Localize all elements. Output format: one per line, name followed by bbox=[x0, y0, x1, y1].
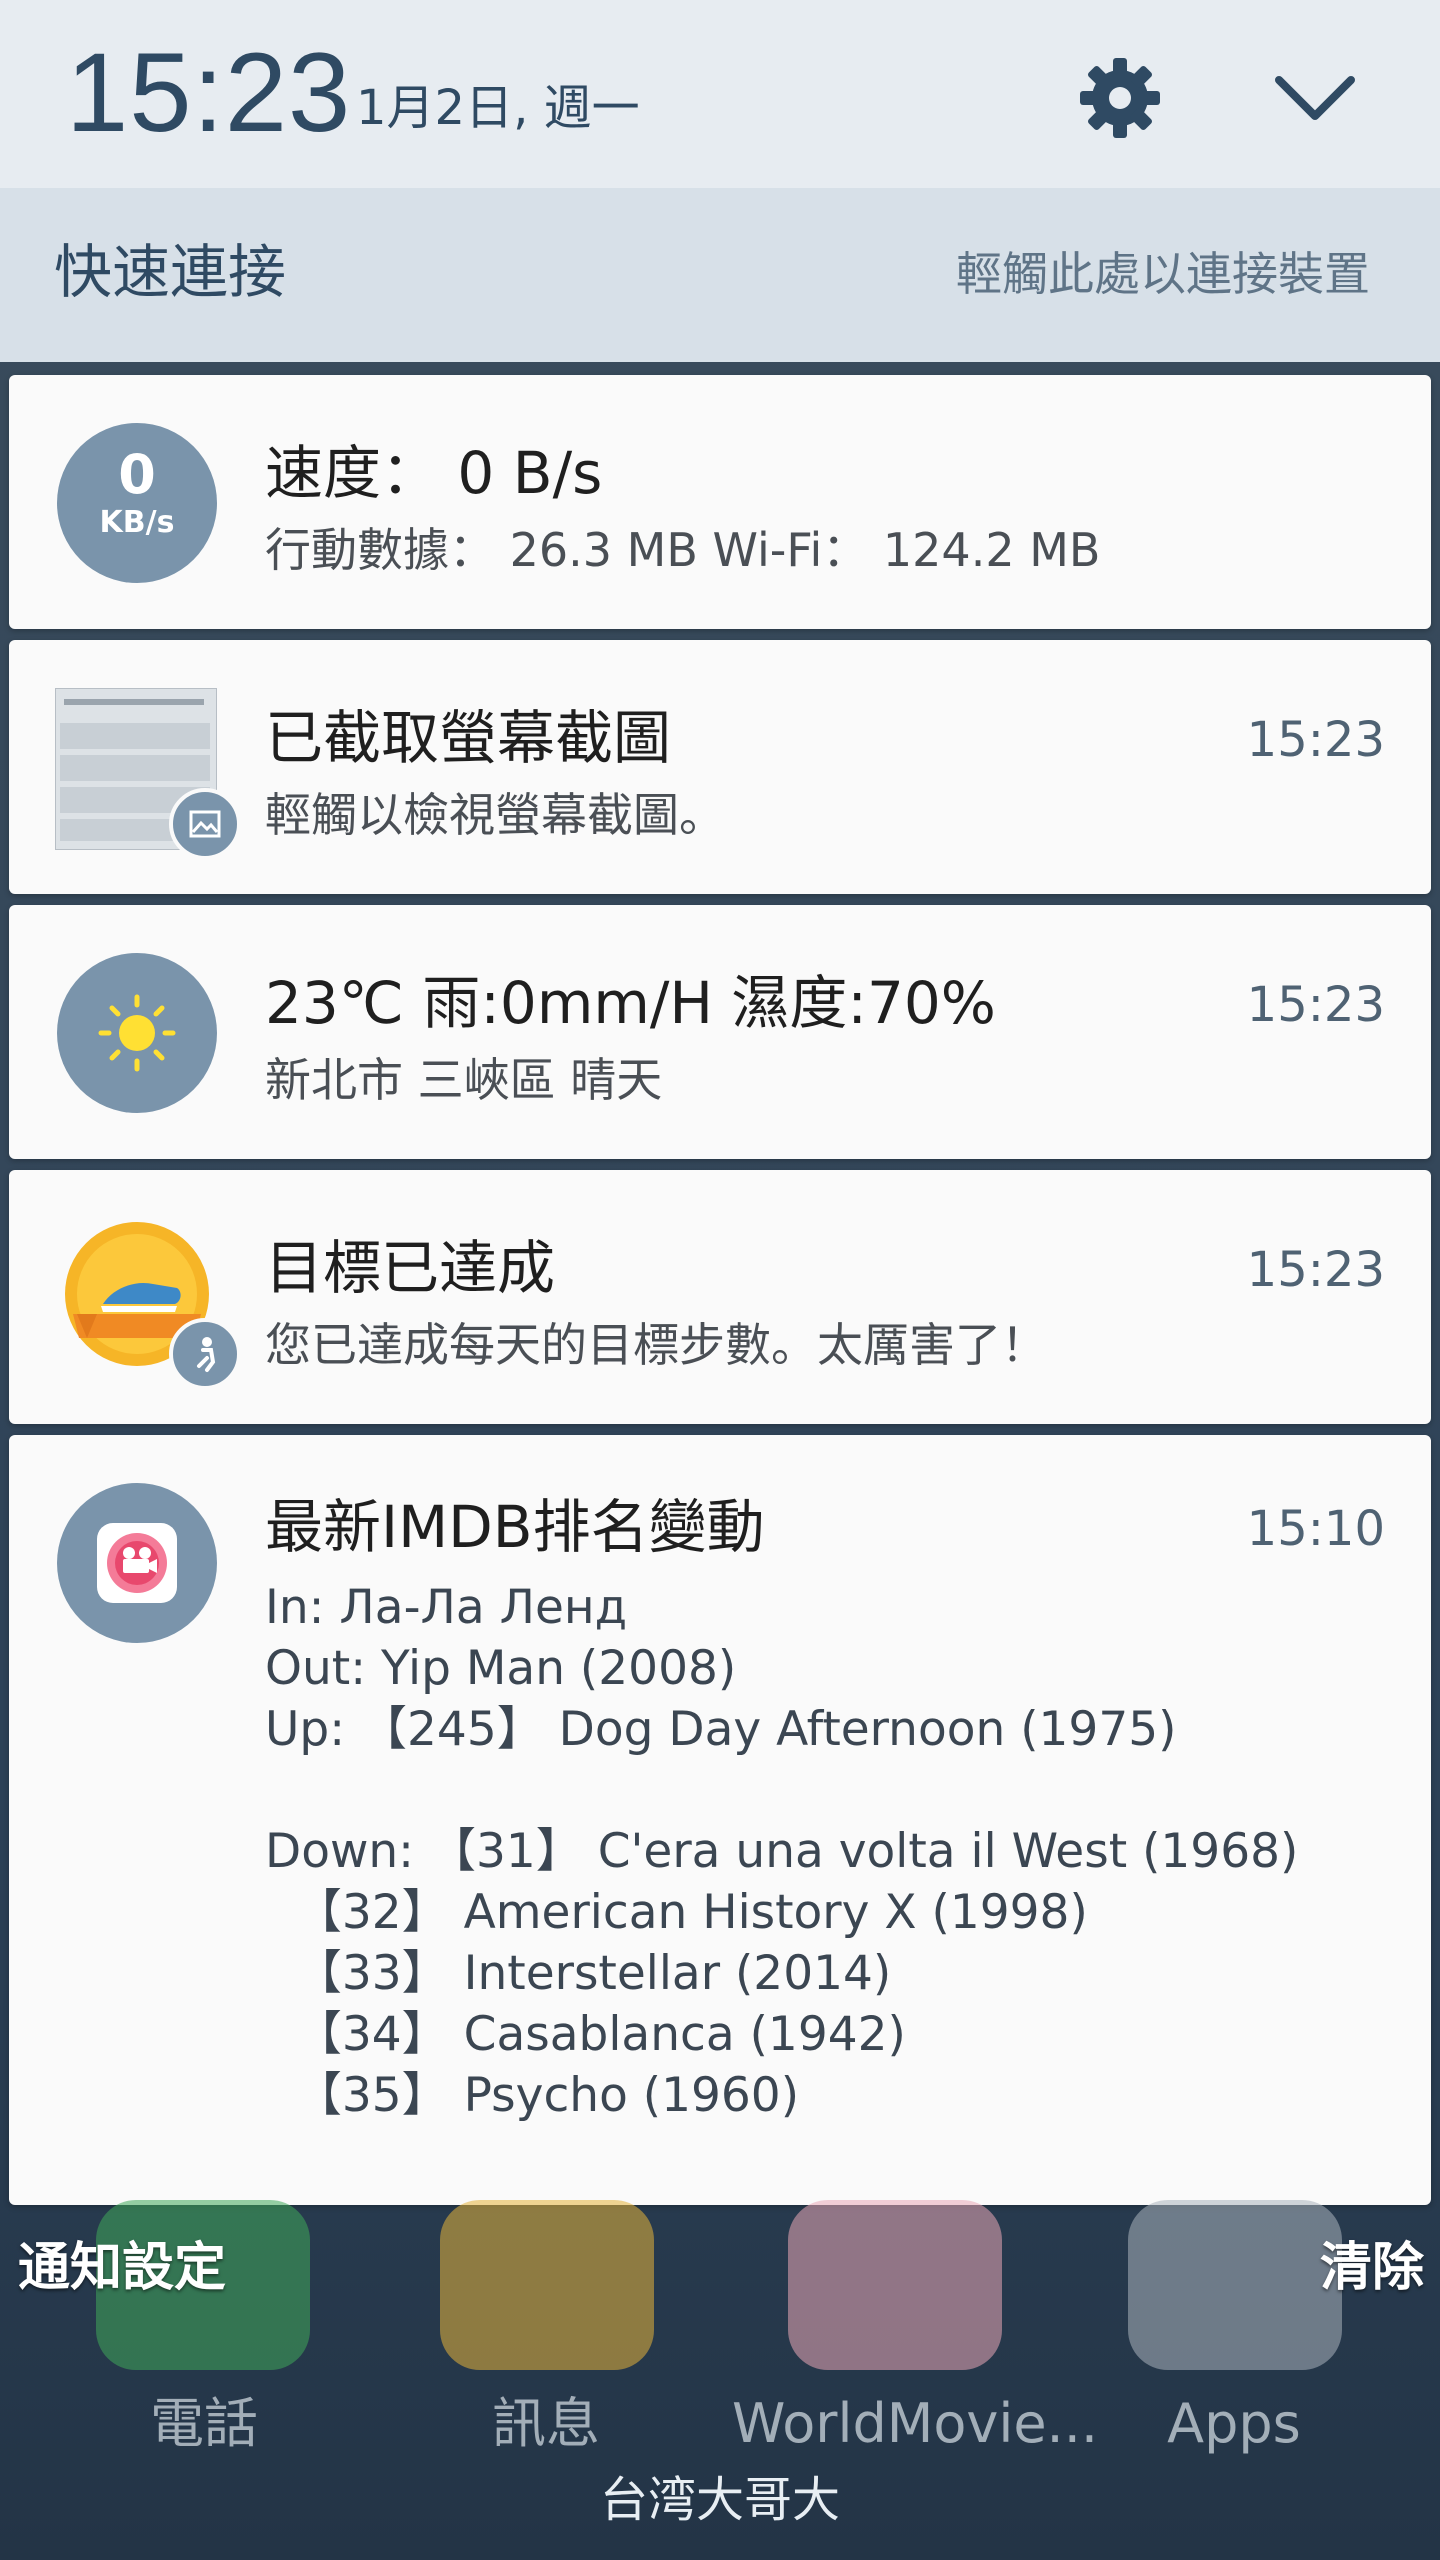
expand-button[interactable] bbox=[1265, 52, 1365, 142]
dock-label-phone: 電話 bbox=[150, 2392, 258, 2455]
dock-label-apps: Apps bbox=[1167, 2392, 1301, 2455]
health-badge bbox=[169, 1318, 241, 1390]
sun-icon bbox=[98, 994, 176, 1072]
runner-icon bbox=[197, 1337, 216, 1372]
carrier-name: 台湾大哥大 bbox=[599, 2472, 840, 2528]
notification-time: 15:10 bbox=[1246, 1501, 1385, 1557]
goal-achieved-notification[interactable]: 目標已達成 您已達成每天的目標步數。太厲害了！ 15:23 bbox=[9, 1170, 1431, 1424]
app-icon-circle bbox=[57, 1483, 217, 1643]
notification-time: 15:23 bbox=[1246, 977, 1385, 1033]
clear-button[interactable]: 清除 bbox=[1320, 2236, 1424, 2300]
movie-camera-app-icon bbox=[97, 1523, 177, 1603]
notification-text: 行動數據： 26.3 MB Wi-Fi： 124.2 MB bbox=[265, 523, 1101, 577]
speed-icon-unit: KB/s bbox=[99, 505, 175, 540]
notification-panel-header: 15:23 1月2日, 週一 bbox=[0, 0, 1440, 188]
notification-title: 最新IMDB排名變動 bbox=[265, 1493, 765, 1561]
notification-title: 目標已達成 bbox=[265, 1234, 556, 1302]
settings-button[interactable] bbox=[1070, 48, 1170, 148]
imdb-line-down-item: 【32】 American History X (1998) bbox=[265, 1885, 1088, 1940]
weather-notification[interactable]: 23℃ 雨:0mm/H 濕度:70% 新北市 三峽區 晴天 15:23 bbox=[9, 905, 1431, 1159]
imdb-ranking-notification[interactable]: 最新IMDB排名變動 15:10 In: Ла-Ла Ленд Out: Yip… bbox=[9, 1435, 1431, 2205]
imdb-line-down-item: 【35】 Psycho (1960) bbox=[265, 2068, 800, 2123]
notification-title: 23℃ 雨:0mm/H 濕度:70% bbox=[265, 969, 996, 1037]
messages-app-icon bbox=[440, 2200, 654, 2370]
imdb-line-up: Up: 【245】 Dog Day Afternoon (1975) bbox=[265, 1702, 1177, 1757]
apps-icon bbox=[1128, 2200, 1342, 2370]
screenshot-notification[interactable]: 已截取螢幕截圖 輕觸以檢視螢幕截圖。 15:23 bbox=[9, 640, 1431, 894]
gear-icon bbox=[1080, 58, 1160, 138]
image-icon bbox=[189, 810, 221, 838]
notification-title: 已截取螢幕截圖 bbox=[265, 704, 672, 772]
notification-title: 速度： 0 B/s bbox=[265, 439, 603, 507]
imdb-line-in: In: Ла-Ла Ленд bbox=[265, 1580, 628, 1635]
worldmovie-app-icon bbox=[788, 2200, 1002, 2370]
imdb-line-down-item: 【34】 Casablanca (1942) bbox=[265, 2007, 906, 2062]
imdb-line-out: Out: Yip Man (2008) bbox=[265, 1641, 737, 1696]
quick-connect-hint: 輕觸此處以連接裝置 bbox=[956, 247, 1370, 301]
imdb-line-down-item: 【33】 Interstellar (2014) bbox=[265, 1946, 892, 2001]
speed-icon: 0 KB/s bbox=[57, 423, 217, 583]
speed-icon-value: 0 bbox=[118, 443, 156, 506]
notification-time: 15:23 bbox=[1246, 1242, 1385, 1298]
imdb-line-down: Down: 【31】 C'era una volta il West (1968… bbox=[265, 1824, 1299, 1879]
quick-connect-bar[interactable]: 快速連接 輕觸此處以連接裝置 bbox=[0, 188, 1440, 362]
date: 1月2日, 週一 bbox=[356, 80, 640, 136]
quick-connect-title: 快速連接 bbox=[54, 238, 287, 306]
chevron-down-icon bbox=[1275, 76, 1355, 120]
notification-time: 15:23 bbox=[1246, 712, 1385, 768]
notification-text: 新北市 三峽區 晴天 bbox=[265, 1053, 663, 1107]
dock-label-worldmovie: WorldMovie... bbox=[732, 2392, 1099, 2455]
weather-icon-circle bbox=[57, 953, 217, 1113]
notification-text: 您已達成每天的目標步數。太厲害了！ bbox=[265, 1318, 1047, 1372]
dock-label-messages: 訊息 bbox=[492, 2392, 600, 2455]
imdb-changes-list: In: Ла-Ла Ленд Out: Yip Man (2008) Up: 【… bbox=[265, 1577, 1405, 2126]
notification-settings-button[interactable]: 通知設定 bbox=[18, 2236, 226, 2300]
clock: 15:23 bbox=[66, 30, 352, 155]
notification-text: 輕觸以檢視螢幕截圖。 bbox=[265, 788, 725, 842]
network-speed-notification[interactable]: 0 KB/s 速度： 0 B/s 行動數據： 26.3 MB Wi-Fi： 12… bbox=[9, 375, 1431, 629]
image-badge bbox=[169, 788, 241, 860]
